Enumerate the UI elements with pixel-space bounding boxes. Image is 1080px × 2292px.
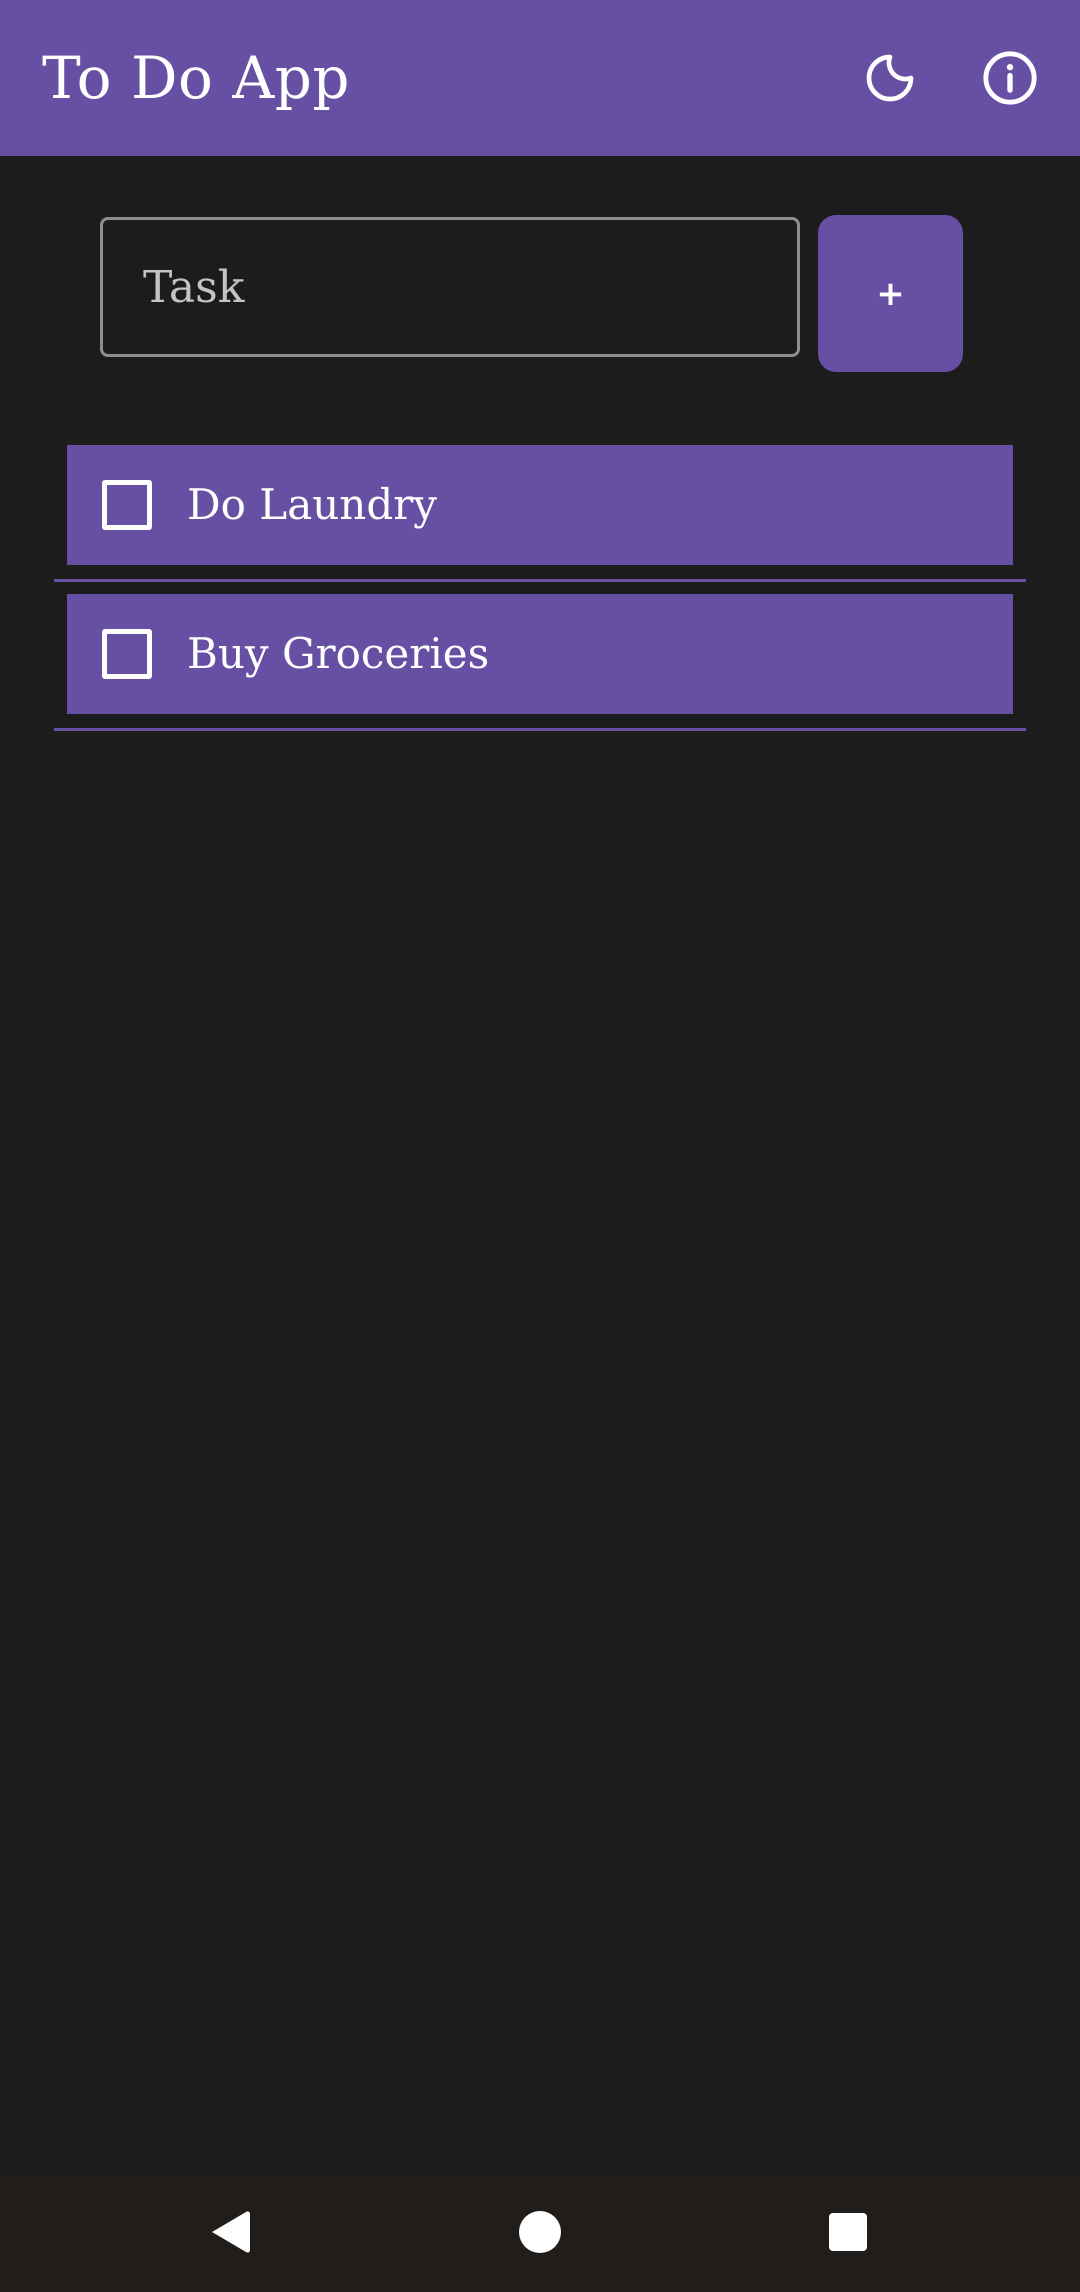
task-list: Do Laundry Buy Groceries — [54, 445, 1026, 743]
moon-icon — [866, 54, 914, 102]
main-content: + Do Laundry Buy Groceries — [0, 156, 1080, 2172]
divider — [54, 728, 1026, 731]
task-checkbox[interactable] — [102, 480, 152, 530]
task-card[interactable]: Buy Groceries — [67, 594, 1013, 714]
nav-home-button[interactable] — [500, 2192, 580, 2272]
info-button[interactable] — [975, 43, 1045, 113]
task-label: Buy Groceries — [187, 629, 490, 678]
task-label: Do Laundry — [187, 480, 438, 529]
home-circle-icon — [519, 2211, 561, 2253]
theme-toggle-button[interactable] — [855, 43, 925, 113]
task-input[interactable] — [100, 217, 800, 357]
task-checkbox[interactable] — [102, 629, 152, 679]
back-triangle-icon — [212, 2211, 250, 2253]
list-item: Buy Groceries — [54, 594, 1026, 743]
info-icon — [983, 51, 1037, 105]
nav-back-button[interactable] — [190, 2192, 270, 2272]
add-task-button[interactable]: + — [818, 215, 963, 372]
nav-recents-button[interactable] — [808, 2192, 888, 2272]
app-title: To Do App — [42, 44, 351, 112]
divider — [54, 579, 1026, 582]
task-card[interactable]: Do Laundry — [67, 445, 1013, 565]
list-item: Do Laundry — [54, 445, 1026, 594]
system-nav-bar — [0, 2172, 1080, 2292]
recents-square-icon — [829, 2213, 867, 2251]
app-bar: To Do App — [0, 0, 1080, 156]
